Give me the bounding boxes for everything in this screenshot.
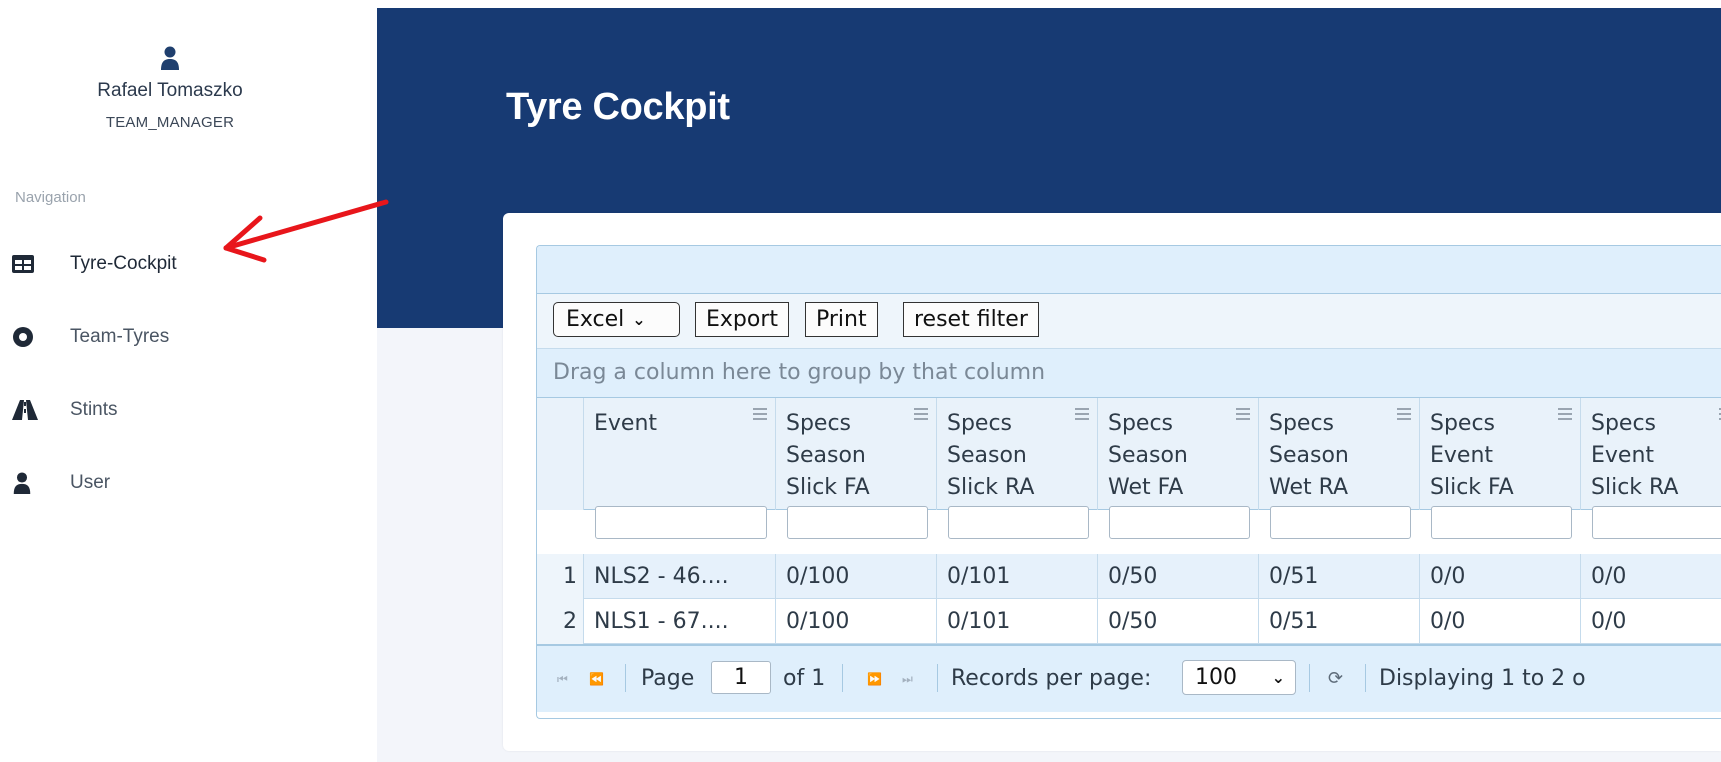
nav-item-team-tyres[interactable]: Team-Tyres — [12, 322, 169, 352]
nav-caption: Navigation — [15, 189, 86, 206]
reset-filter-button[interactable]: reset filter — [903, 302, 1039, 337]
pager-separator — [937, 664, 938, 692]
table-cell: 0/100 — [776, 599, 937, 644]
rownum-header — [537, 398, 584, 510]
user-role: TEAM_MANAGER — [105, 114, 235, 131]
table-cell: 0/100 — [776, 554, 937, 599]
nav-item-tyre-cockpit[interactable]: Tyre-Cockpit — [12, 249, 177, 279]
print-button[interactable]: Print — [805, 302, 878, 337]
displaying-info: Displaying 1 to 2 o — [1379, 666, 1586, 691]
column-header-label: Specs Event Slick FA — [1430, 411, 1514, 500]
table-cell: 0/101 — [937, 599, 1098, 644]
table-row[interactable]: 2 NLS1 - 67.... 0/100 0/101 0/50 0/51 0/… — [537, 599, 1721, 644]
table-icon — [12, 253, 38, 275]
page-label: Page — [641, 666, 695, 691]
column-header-label: Specs Season Slick RA — [947, 411, 1035, 500]
table-cell: 0/50 — [1098, 554, 1259, 599]
data-grid: Excel ⌄ Export Print reset filter Drag a… — [536, 245, 1721, 719]
column-header-label: Specs Season Slick FA — [786, 411, 870, 500]
grid-caption-bar — [537, 246, 1721, 294]
column-header-season-wet-ra[interactable]: Specs Season Wet RA — [1259, 398, 1420, 510]
sidebar: Rafael Tomaszko TEAM_MANAGER Navigation … — [0, 0, 377, 762]
column-header-label: Specs Event Slick RA — [1591, 411, 1679, 500]
export-button[interactable]: Export — [695, 302, 790, 337]
column-header-event-slick-ra[interactable]: Specs Event Slick RA — [1581, 398, 1721, 510]
table-cell: 0/101 — [937, 554, 1098, 599]
annotation-arrow-icon — [223, 199, 389, 263]
filter-input-event-slick-ra[interactable] — [1592, 506, 1721, 539]
nav-item-label: Tyre-Cockpit — [70, 253, 177, 274]
records-per-page-select[interactable]: 100 ⌄ — [1182, 660, 1296, 695]
column-menu-icon[interactable] — [1075, 408, 1089, 422]
table-cell: 0/50 — [1098, 599, 1259, 644]
nav-item-label: User — [70, 472, 111, 493]
pager-separator — [1309, 664, 1310, 692]
row-number: 2 — [537, 599, 584, 644]
pager-separator — [842, 664, 843, 692]
filter-input-season-slick-ra[interactable] — [948, 506, 1089, 539]
table-cell: 0/0 — [1420, 599, 1581, 644]
nav-item-user[interactable]: User — [12, 468, 110, 498]
user-profile: Rafael Tomaszko TEAM_MANAGER — [0, 46, 340, 131]
column-header-event[interactable]: Event — [584, 398, 776, 510]
page-title: Tyre Cockpit — [506, 86, 730, 128]
column-header-season-slick-fa[interactable]: Specs Season Slick FA — [776, 398, 937, 510]
filter-input-event[interactable] — [595, 506, 767, 539]
column-menu-icon[interactable] — [753, 408, 767, 422]
user-icon — [161, 46, 179, 70]
column-header-label: Event — [594, 411, 658, 436]
first-page-icon[interactable]: ⏮ — [557, 672, 568, 687]
user-name: Rafael Tomaszko — [97, 80, 243, 101]
records-per-page-label: Records per page: — [951, 666, 1152, 691]
table-cell: 0/0 — [1420, 554, 1581, 599]
chevron-down-icon: ⌄ — [1271, 668, 1285, 687]
user-icon — [12, 472, 38, 494]
column-header-label: Specs Season Wet FA — [1108, 411, 1188, 500]
column-menu-icon[interactable] — [914, 408, 928, 422]
nav-item-label: Team-Tyres — [70, 326, 170, 347]
next-page-icon[interactable]: ⏩ — [867, 672, 882, 686]
prev-page-icon[interactable]: ⏪ — [589, 672, 604, 686]
table-cell: 0/51 — [1259, 554, 1420, 599]
row-number: 1 — [537, 554, 584, 599]
records-per-page-value: 100 — [1195, 665, 1237, 690]
nav-item-stints[interactable]: Stints — [12, 395, 118, 425]
pager-separator — [1365, 664, 1366, 692]
nav-item-label: Stints — [70, 399, 118, 420]
refresh-icon[interactable]: ⟳ — [1328, 668, 1343, 689]
last-page-icon[interactable]: ⏭ — [902, 672, 913, 687]
table-row[interactable]: 1 NLS2 - 46.... 0/100 0/101 0/50 0/51 0/… — [537, 554, 1721, 599]
page-count: of 1 — [783, 666, 826, 691]
road-icon — [12, 399, 38, 421]
table-cell: 0/51 — [1259, 599, 1420, 644]
column-menu-icon[interactable] — [1236, 408, 1250, 422]
table-cell: 0/0 — [1581, 554, 1721, 599]
pager-separator — [625, 664, 626, 692]
column-menu-icon[interactable] — [1558, 408, 1572, 422]
chevron-down-icon: ⌄ — [632, 310, 646, 329]
table-cell: NLS2 - 46.... — [584, 554, 776, 599]
filter-input-season-slick-fa[interactable] — [787, 506, 928, 539]
column-header-event-slick-fa[interactable]: Specs Event Slick FA — [1420, 398, 1581, 510]
column-header-season-wet-fa[interactable]: Specs Season Wet FA — [1098, 398, 1259, 510]
filter-input-season-wet-ra[interactable] — [1270, 506, 1411, 539]
table-cell: NLS1 - 67.... — [584, 599, 776, 644]
filter-input-season-wet-fa[interactable] — [1109, 506, 1250, 539]
column-header-label: Specs Season Wet RA — [1269, 411, 1349, 500]
table-cell: 0/0 — [1581, 599, 1721, 644]
export-format-value: Excel — [566, 307, 625, 332]
export-format-select[interactable]: Excel ⌄ — [553, 302, 680, 337]
column-menu-icon[interactable] — [1397, 408, 1411, 422]
page-number-input[interactable]: 1 — [711, 661, 771, 694]
filter-input-event-slick-fa[interactable] — [1431, 506, 1572, 539]
group-by-hint: Drag a column here to group by that colu… — [553, 360, 1046, 385]
column-header-season-slick-ra[interactable]: Specs Season Slick RA — [937, 398, 1098, 510]
tyre-icon — [12, 326, 38, 348]
pager-bar: ⏮ ⏪ Page 1 of 1 ⏩ ⏭ Records per page: 10… — [537, 644, 1721, 712]
